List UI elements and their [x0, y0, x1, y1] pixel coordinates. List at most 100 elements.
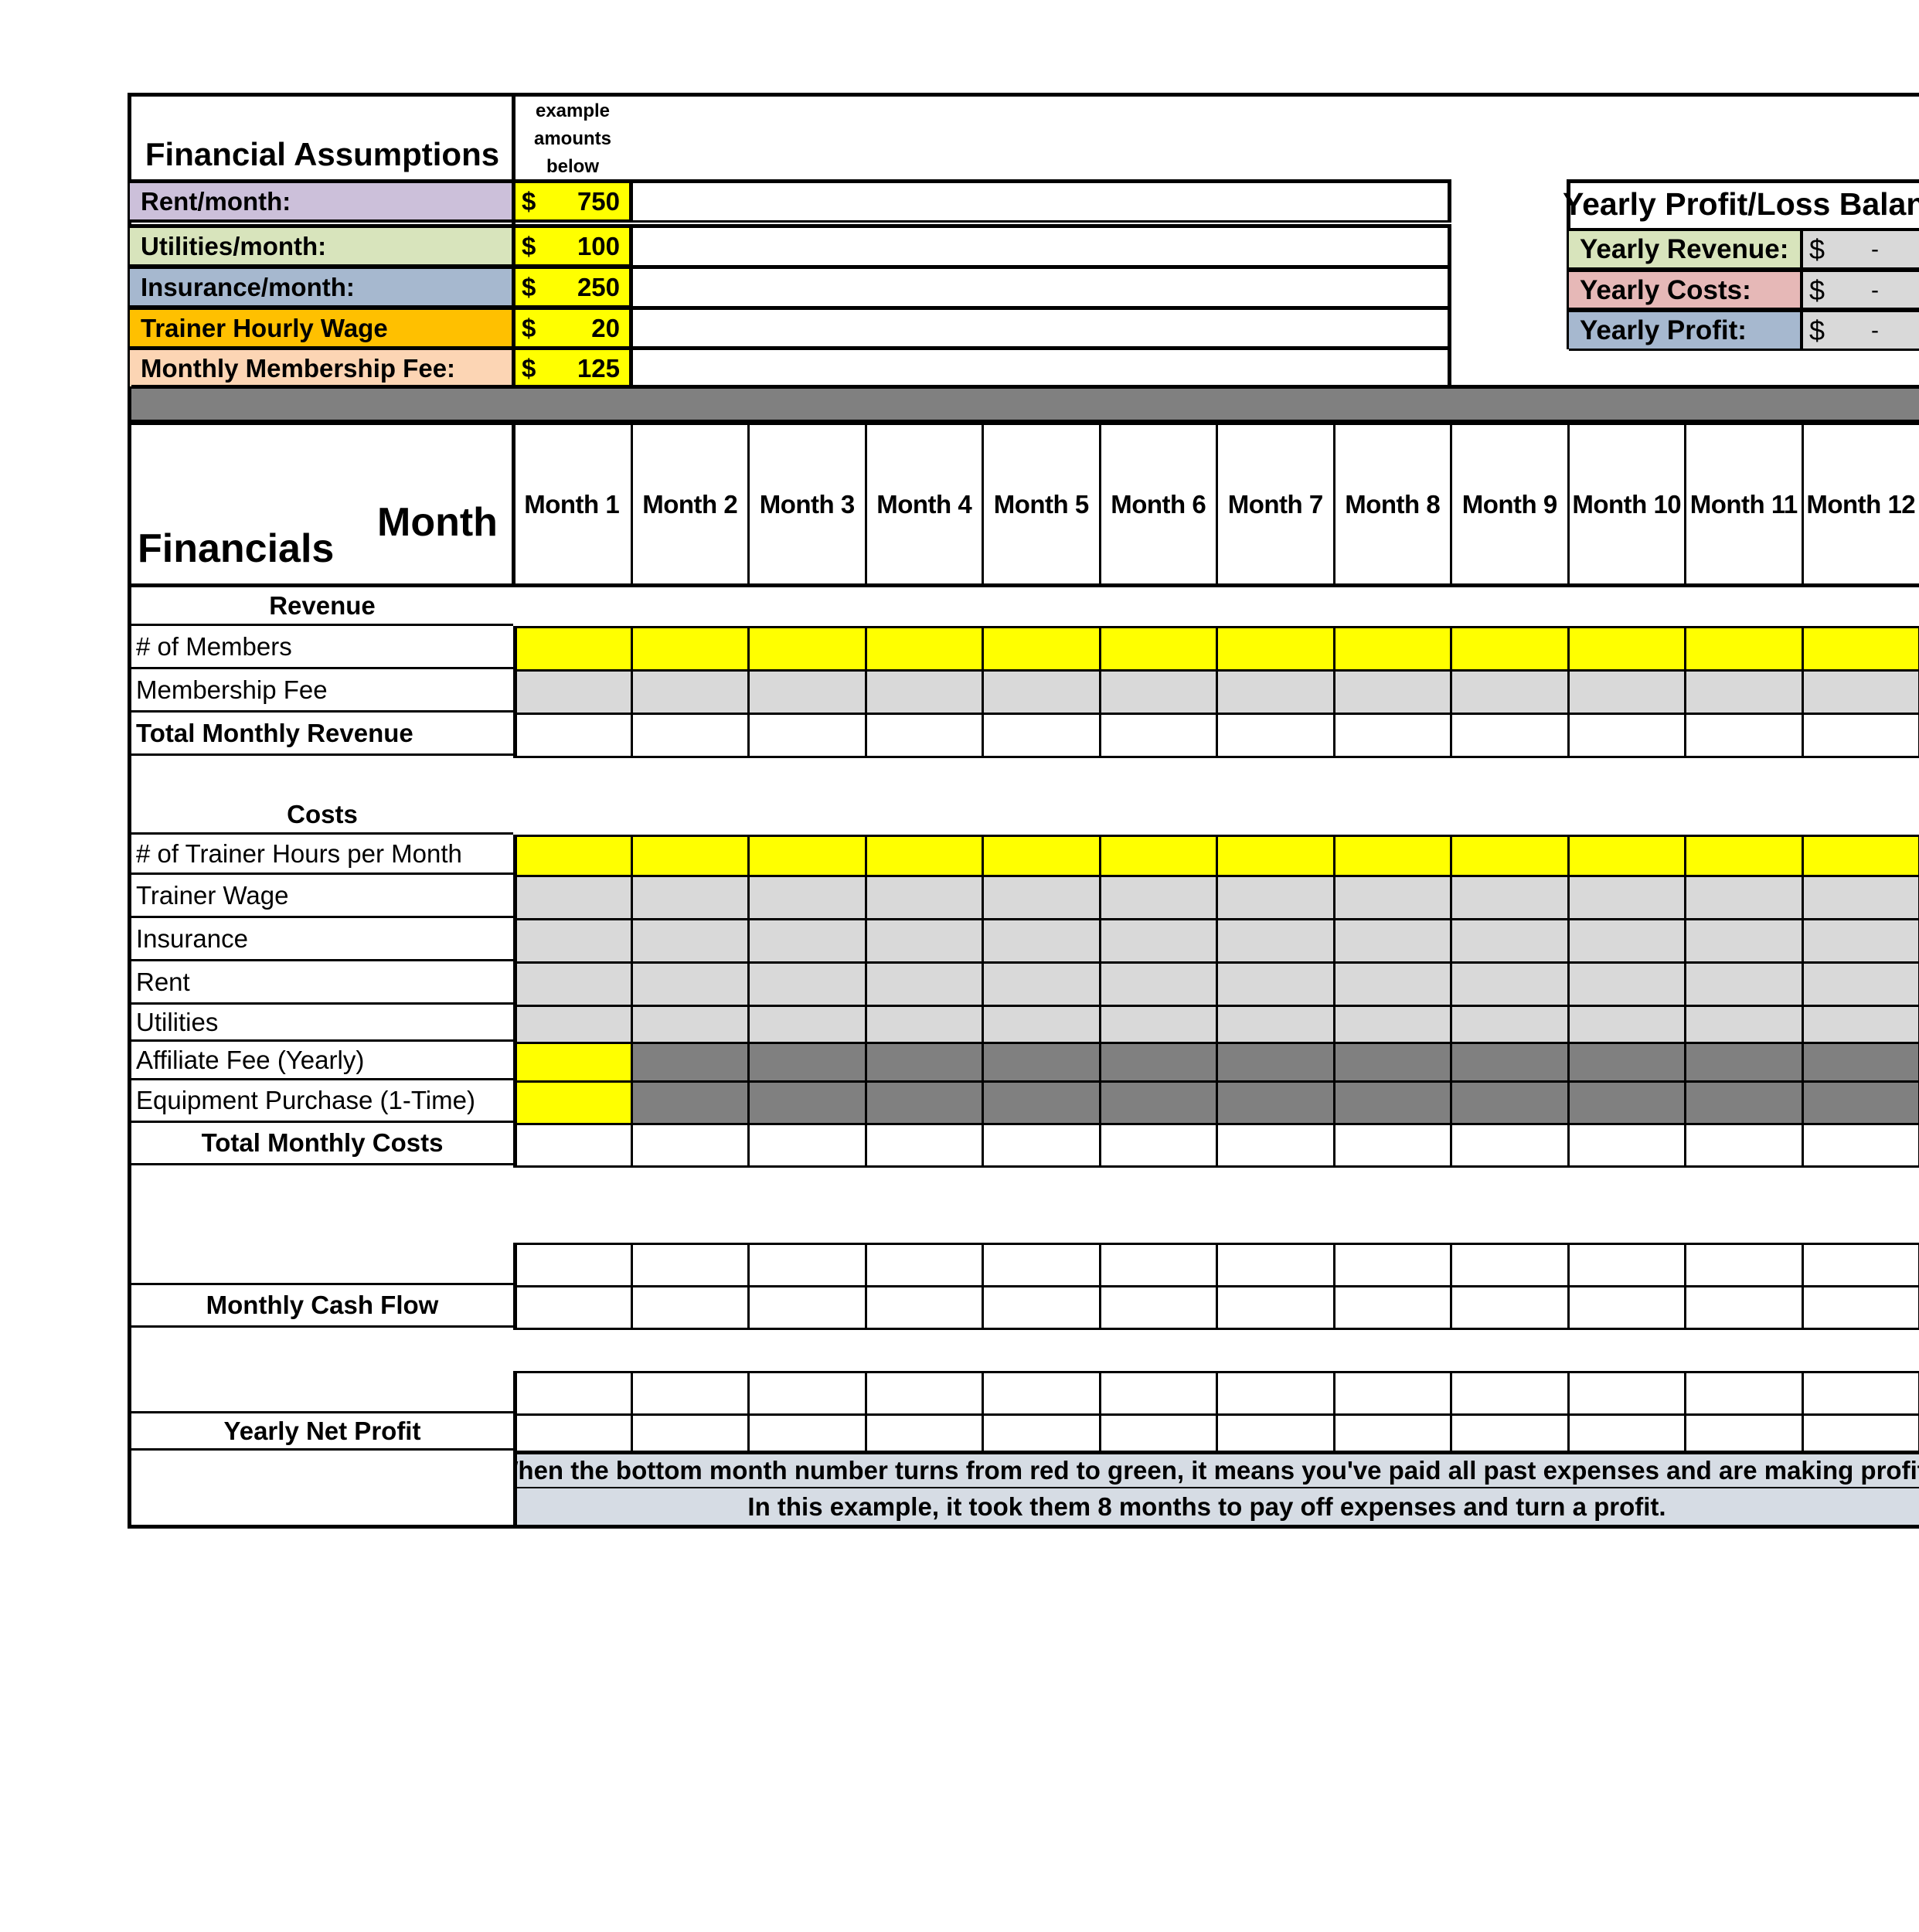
month-cell	[1098, 1371, 1218, 1416]
month-cell	[513, 669, 633, 715]
spacer-row	[131, 1328, 1919, 1371]
month-cell[interactable]	[1801, 835, 1919, 877]
month-cell	[1098, 1243, 1218, 1287]
month-cell	[1567, 1243, 1686, 1287]
row-rent-label: Rent	[131, 961, 513, 1005]
month-cell[interactable]	[1216, 626, 1335, 672]
month-cell	[982, 1123, 1101, 1168]
month-header: Month 8	[1332, 425, 1451, 583]
month-cell	[1216, 1243, 1335, 1287]
assumption-value-input[interactable]: $250	[512, 265, 633, 308]
assumption-value-input[interactable]: $750	[512, 179, 633, 223]
month-cell	[747, 713, 867, 758]
currency-symbol: $	[1809, 233, 1825, 265]
month-cell[interactable]	[630, 835, 750, 877]
month-cell	[1216, 1123, 1335, 1168]
month-cell[interactable]	[1450, 835, 1570, 877]
yearly-title: Yearly Profit/Loss Balance	[1563, 185, 1919, 222]
month-header: Month 9	[1450, 425, 1567, 583]
month-cell	[1801, 961, 1919, 1007]
month-cell	[747, 1042, 867, 1083]
yearly-amount: -	[1871, 317, 1880, 343]
month-cell[interactable]	[513, 626, 633, 672]
yearly-divider	[1567, 308, 1919, 311]
row-monthly-cash-flow-label: Monthly Cash Flow	[131, 1285, 513, 1328]
month-cell[interactable]	[630, 626, 750, 672]
currency-symbol: $	[522, 272, 536, 301]
month-cell[interactable]	[747, 835, 867, 877]
month-cell	[1216, 1080, 1335, 1125]
month-cell	[1801, 875, 1919, 920]
month-cell	[1801, 1123, 1919, 1168]
month-header: Month 12	[1801, 425, 1919, 583]
month-cell[interactable]	[747, 626, 867, 672]
month-cell[interactable]	[1801, 626, 1919, 672]
row-affiliate-fee-label: Affiliate Fee (Yearly)	[131, 1042, 513, 1080]
month-cell[interactable]	[1684, 835, 1804, 877]
month-cell	[982, 1042, 1101, 1083]
example-amounts-note: example amounts below	[515, 97, 630, 179]
yearly-label: Yearly Costs:	[1569, 269, 1802, 311]
month-cell	[982, 1080, 1101, 1125]
assumption-amount: 20	[591, 313, 620, 342]
month-cell	[630, 1243, 750, 1287]
month-cell	[1684, 1005, 1804, 1044]
month-cell	[1684, 1123, 1804, 1168]
row-trainer-wage-label: Trainer Wage	[131, 875, 513, 918]
month-cell[interactable]	[513, 835, 633, 877]
assumption-notes-cell[interactable]	[629, 346, 1451, 389]
month-cell[interactable]	[864, 835, 984, 877]
month-cell	[1567, 1123, 1686, 1168]
month-cell[interactable]	[864, 626, 984, 672]
month-cell[interactable]	[1098, 835, 1218, 877]
month-cell	[1332, 1005, 1452, 1044]
separator-band	[131, 385, 1919, 423]
month-cell	[1684, 1080, 1804, 1125]
assumption-notes-cell[interactable]	[629, 224, 1451, 267]
assumption-notes-cell[interactable]	[629, 306, 1451, 349]
month-header: Month 11	[1684, 425, 1802, 583]
month-cell	[1801, 918, 1919, 964]
month-cell	[747, 961, 867, 1007]
month-cell	[1098, 1042, 1218, 1083]
currency-symbol: $	[522, 231, 536, 260]
month-cell[interactable]	[982, 626, 1101, 672]
month-cell	[982, 1243, 1101, 1287]
currency-symbol: $	[1809, 314, 1825, 346]
assumption-notes-cell[interactable]	[629, 179, 1451, 223]
assumption-notes-cell[interactable]	[629, 265, 1451, 308]
month-cell[interactable]	[1450, 626, 1570, 672]
assumption-value-input[interactable]: $20	[512, 306, 633, 349]
month-cell[interactable]	[513, 1080, 633, 1125]
spacer-row	[131, 1165, 1919, 1243]
assumption-value-input[interactable]: $100	[512, 224, 633, 267]
month-cell	[630, 1042, 750, 1083]
month-cell	[1801, 1005, 1919, 1044]
month-cell[interactable]	[1098, 626, 1218, 672]
month-cell	[747, 875, 867, 920]
row-total-costs-label: Total Monthly Costs	[131, 1123, 513, 1165]
month-cell[interactable]	[1684, 626, 1804, 672]
month-cell[interactable]	[513, 1042, 633, 1083]
month-cell[interactable]	[1332, 835, 1452, 877]
month-cell[interactable]	[1332, 626, 1452, 672]
assumption-label: Utilities/month:	[130, 224, 515, 267]
month-cell[interactable]	[1567, 626, 1686, 672]
note-line: below	[546, 156, 599, 177]
month-cell	[1567, 875, 1686, 920]
yearly-value: $ -	[1801, 309, 1919, 351]
month-cell	[1098, 669, 1218, 715]
assumption-value-input[interactable]: $125	[512, 346, 633, 389]
month-cell	[1567, 1005, 1686, 1044]
month-cell[interactable]	[1567, 835, 1686, 877]
month-cell	[1216, 1042, 1335, 1083]
month-cell	[1098, 1413, 1218, 1453]
month-cell	[630, 669, 750, 715]
month-cell[interactable]	[982, 835, 1101, 877]
month-cell	[630, 1285, 750, 1330]
month-cell[interactable]	[1216, 835, 1335, 877]
bottom-border	[128, 1525, 1919, 1529]
month-cell	[747, 918, 867, 964]
month-cell	[864, 961, 984, 1007]
month-cell	[513, 1371, 633, 1416]
